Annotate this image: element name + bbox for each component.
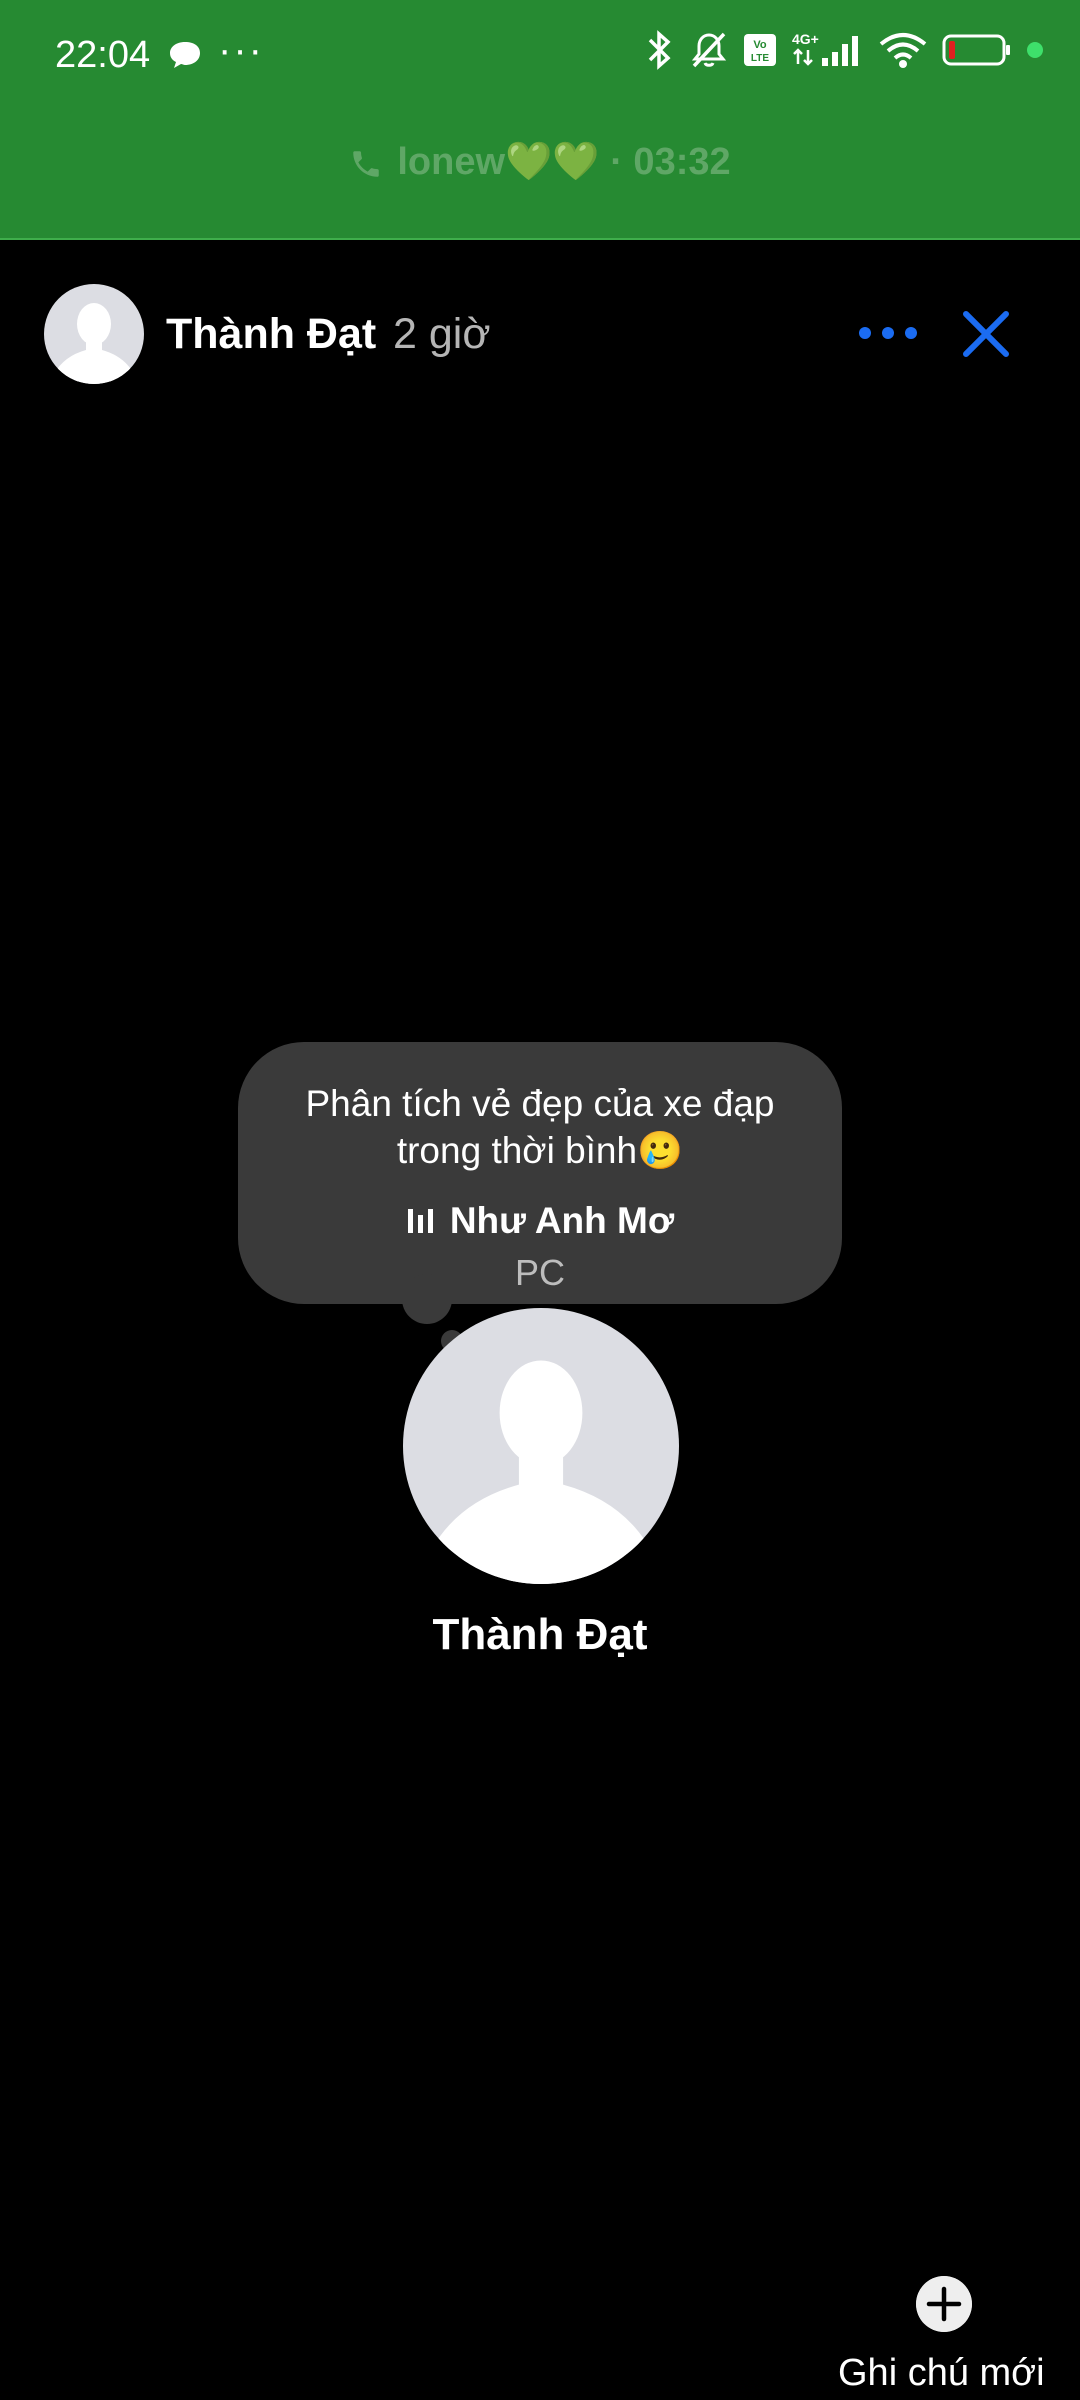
bell-muted-icon [691,32,727,68]
privacy-indicator-icon [1027,42,1043,58]
bluetooth-icon [648,30,671,70]
note-text: Phân tích vẻ đẹp của xe đạp trong thời b… [238,1080,842,1174]
profile-avatar[interactable] [403,1308,679,1584]
avatar[interactable] [44,284,144,384]
system-icons: Vo LTE 4G+ [642,30,1044,70]
status-bar: 22:04 ··· Vo LTE 4G+ [0,0,1080,115]
note-text-line-2: trong thời bình🥲 [396,1130,684,1171]
phone-icon [353,151,380,177]
chat-bubble-icon [170,42,200,68]
profile-name: Thành Đạt [432,1610,648,1659]
note-header: Thành Đạt 2 giờ [0,282,1080,386]
ongoing-call-banner[interactable]: lonew💚💚 · 03:32 [0,140,1080,184]
more-notifications-icon: ··· [218,28,264,72]
call-banner-text: lonew💚💚 · 03:32 [397,141,731,183]
svg-text:Vo: Vo [753,39,767,51]
close-icon[interactable] [960,308,1012,360]
call-banner-area[interactable]: 22:04 ··· Vo LTE 4G+ lonew💚💚 · 03:32 [0,0,1080,240]
bubble-tail [402,1274,452,1324]
add-note-icon[interactable] [916,2276,972,2332]
svg-text:LTE: LTE [751,53,769,64]
wifi-icon [879,33,927,68]
note-text-line-1: Phân tích vẻ đẹp của xe đạp [305,1083,775,1124]
author-name[interactable]: Thành Đạt [166,310,376,359]
battery-low-icon [942,34,1010,66]
song-title: Như Anh Mơ [449,1200,675,1241]
more-options-icon[interactable] [855,308,921,358]
song-artist: PC [514,1252,565,1293]
volte-icon: Vo LTE [744,34,776,66]
note-age: 2 giờ [393,310,491,358]
signal-4g-icon: 4G+ [792,31,858,66]
music-bars-icon [407,1209,433,1233]
default-avatar-icon [430,1360,652,1584]
note-song[interactable]: Như Anh Mơ [238,1200,842,1242]
note-bubble[interactable]: Phân tích vẻ đẹp của xe đạp trong thời b… [238,1042,842,1304]
status-time: 22:04 [55,34,151,76]
default-avatar-icon [54,303,134,384]
new-note-label[interactable]: Ghi chú mới [838,2352,1045,2395]
svg-text:4G+: 4G+ [792,31,819,47]
